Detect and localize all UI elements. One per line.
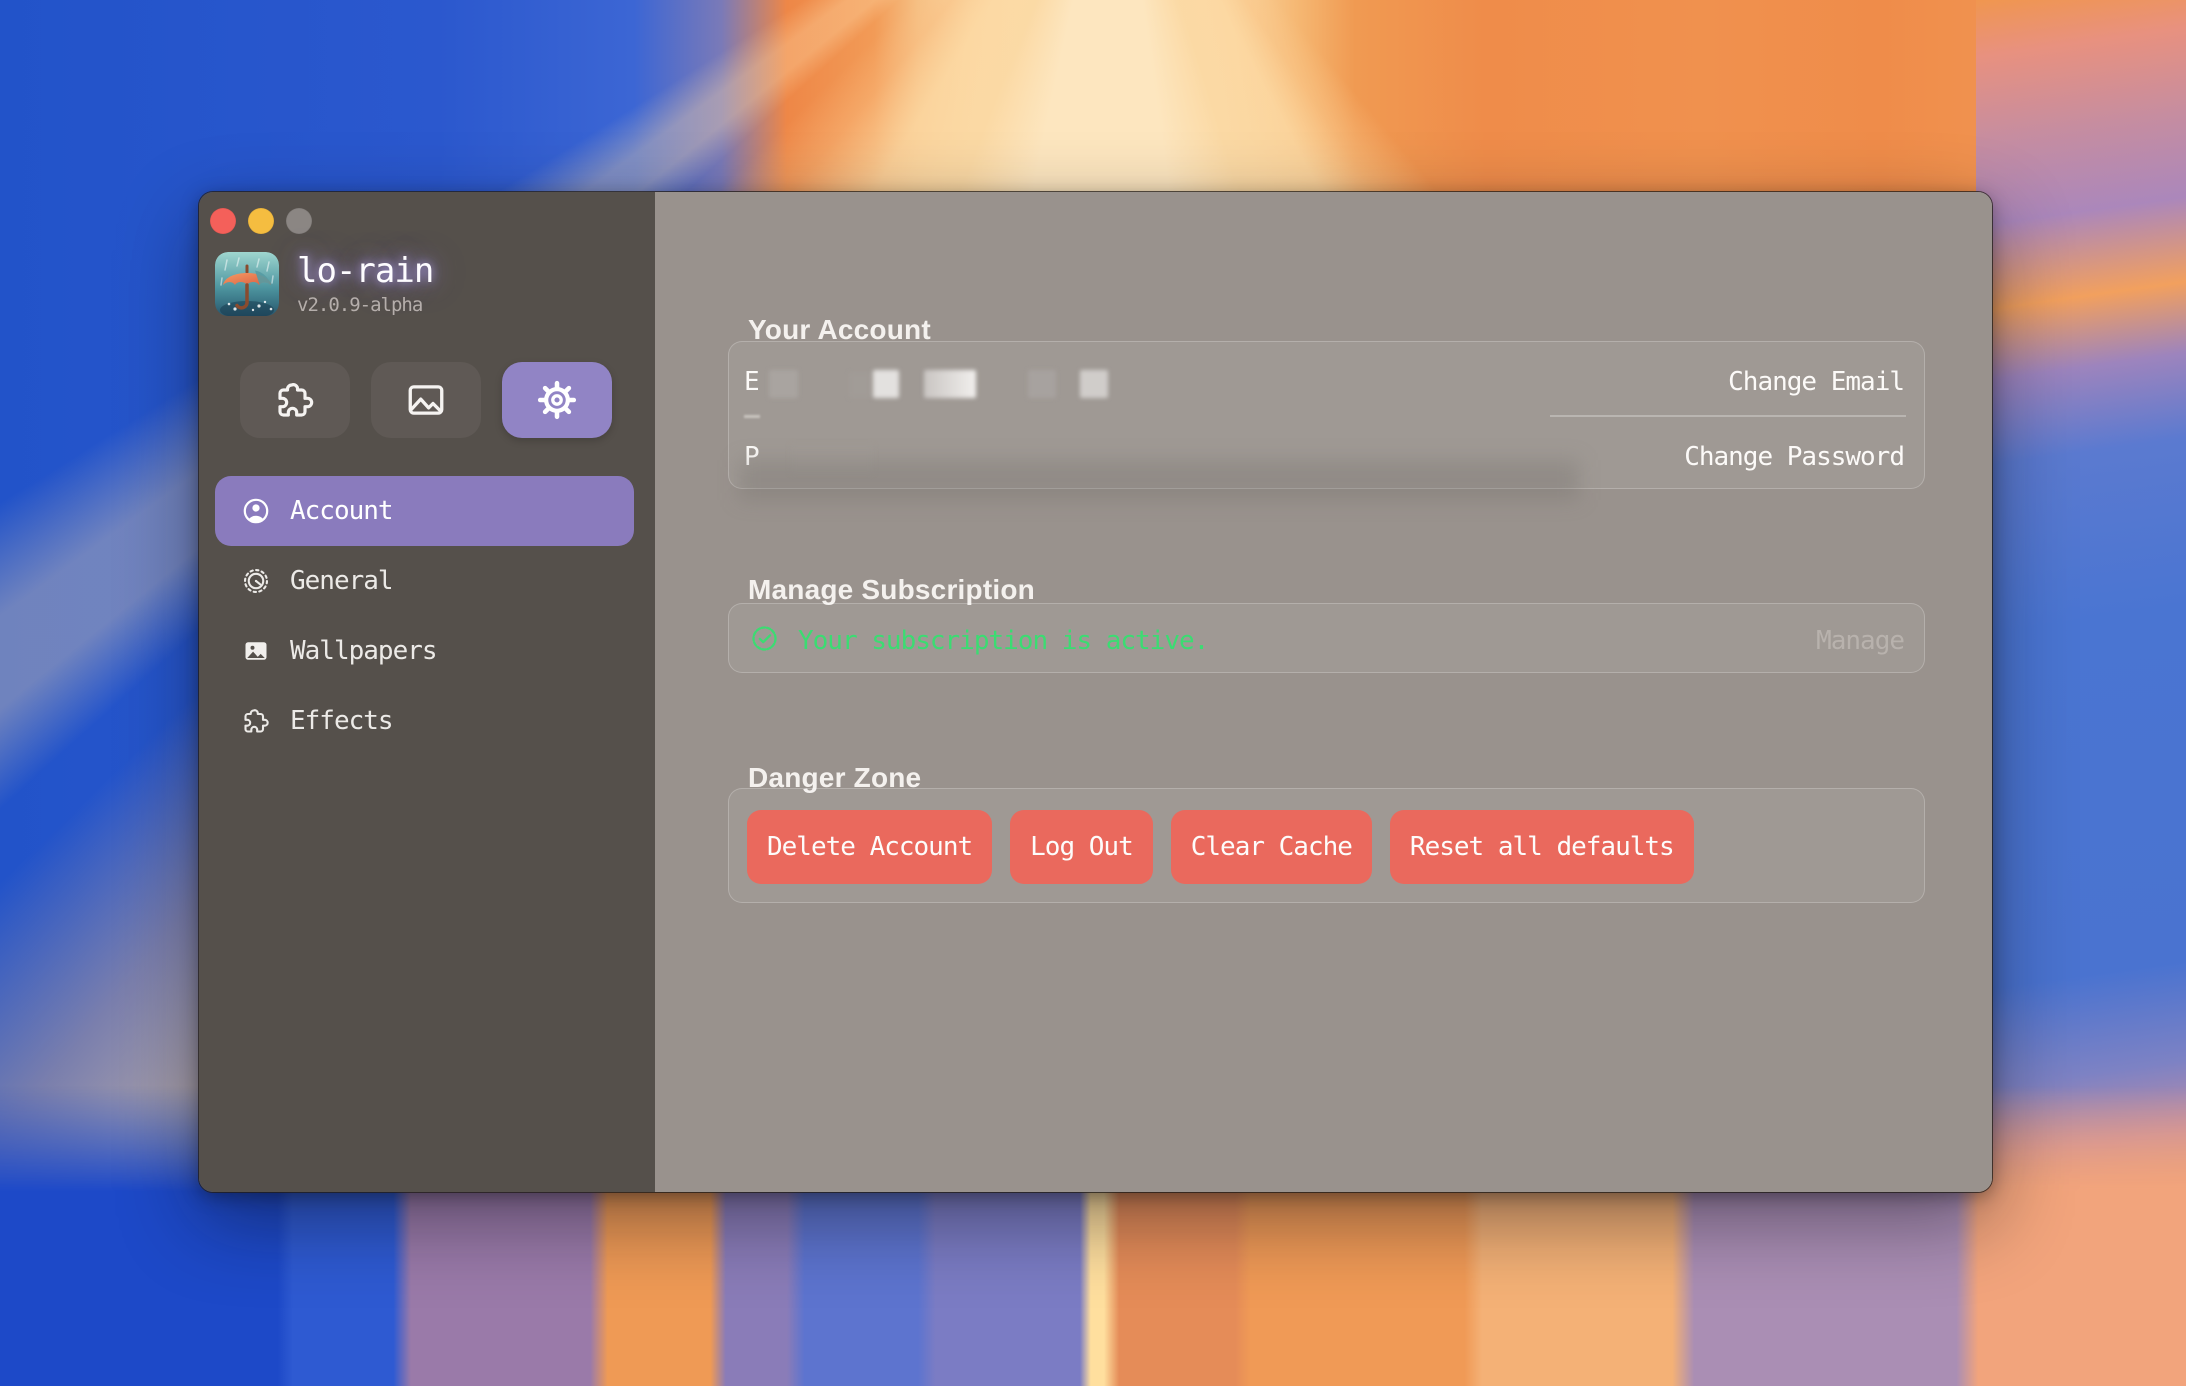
toolbar-button-effects[interactable] bbox=[240, 362, 350, 438]
sidebar: lo-rain v2.0.9-alpha bbox=[199, 192, 655, 1192]
dial-icon bbox=[242, 567, 270, 595]
sidebar-item-account[interactable]: Account bbox=[215, 476, 634, 546]
redacted-email-block bbox=[1080, 370, 1108, 398]
puzzle-icon bbox=[242, 707, 270, 735]
zoom-button[interactable] bbox=[286, 208, 312, 234]
section-heading-subscription: Manage Subscription bbox=[748, 574, 1035, 606]
gear-icon bbox=[536, 379, 578, 421]
puzzle-icon bbox=[275, 380, 315, 420]
sidebar-item-general[interactable]: General bbox=[215, 546, 634, 616]
reset-defaults-button[interactable]: Reset all defaults bbox=[1390, 810, 1694, 884]
danger-buttons-row: Delete Account Log Out Clear Cache Reset… bbox=[747, 810, 1694, 884]
close-button[interactable] bbox=[210, 208, 236, 234]
change-password-button[interactable]: Change Password bbox=[1684, 442, 1904, 472]
toolbar-button-wallpapers[interactable] bbox=[371, 362, 481, 438]
manage-subscription-button[interactable]: Manage bbox=[1816, 626, 1904, 656]
app-icon bbox=[215, 252, 279, 316]
app-header: lo-rain v2.0.9-alpha bbox=[215, 251, 433, 316]
traffic-lights bbox=[210, 208, 324, 234]
sidebar-item-label: Wallpapers bbox=[290, 636, 437, 666]
change-email-button[interactable]: Change Email bbox=[1728, 367, 1904, 397]
subscription-card: Your subscription is active. Manage bbox=[728, 603, 1925, 673]
app-title: lo-rain bbox=[297, 251, 433, 291]
badge-check-icon bbox=[751, 625, 778, 652]
minimize-button[interactable] bbox=[248, 208, 274, 234]
row-divider bbox=[1550, 415, 1906, 417]
sidebar-item-label: General bbox=[290, 566, 393, 596]
umbrella-rain-icon bbox=[215, 252, 279, 316]
email-label-redacted: E bbox=[744, 367, 759, 397]
redaction-smear bbox=[739, 460, 1579, 500]
redacted-email-block bbox=[769, 370, 798, 398]
toolbar-button-settings[interactable] bbox=[502, 362, 612, 438]
delete-account-button[interactable]: Delete Account bbox=[747, 810, 992, 884]
sidebar-item-label: Effects bbox=[290, 706, 393, 736]
sidebar-item-wallpapers[interactable]: Wallpapers bbox=[215, 616, 634, 686]
account-card: E Change Email P Change Password bbox=[728, 341, 1925, 489]
redacted-email-block bbox=[873, 370, 899, 398]
sidebar-item-label: Account bbox=[290, 496, 393, 526]
redacted-email-block bbox=[849, 372, 871, 398]
image-icon bbox=[242, 637, 270, 665]
app-version: v2.0.9-alpha bbox=[297, 294, 433, 316]
row-divider-fragment bbox=[744, 415, 760, 418]
image-icon bbox=[405, 379, 447, 421]
sidebar-nav: Account General Wallpapers bbox=[215, 476, 634, 756]
redacted-email-block bbox=[1028, 370, 1056, 398]
redacted-email-block bbox=[924, 370, 976, 398]
clear-cache-button[interactable]: Clear Cache bbox=[1171, 810, 1372, 884]
app-window: lo-rain v2.0.9-alpha bbox=[199, 192, 1992, 1192]
person-circle-icon bbox=[242, 497, 270, 525]
subscription-status-text: Your subscription is active. bbox=[798, 626, 1208, 656]
log-out-button[interactable]: Log Out bbox=[1010, 810, 1153, 884]
sidebar-item-effects[interactable]: Effects bbox=[215, 686, 634, 756]
app-titles: lo-rain v2.0.9-alpha bbox=[297, 251, 433, 316]
sidebar-toolbar bbox=[240, 362, 612, 438]
danger-card: Delete Account Log Out Clear Cache Reset… bbox=[728, 788, 1925, 903]
